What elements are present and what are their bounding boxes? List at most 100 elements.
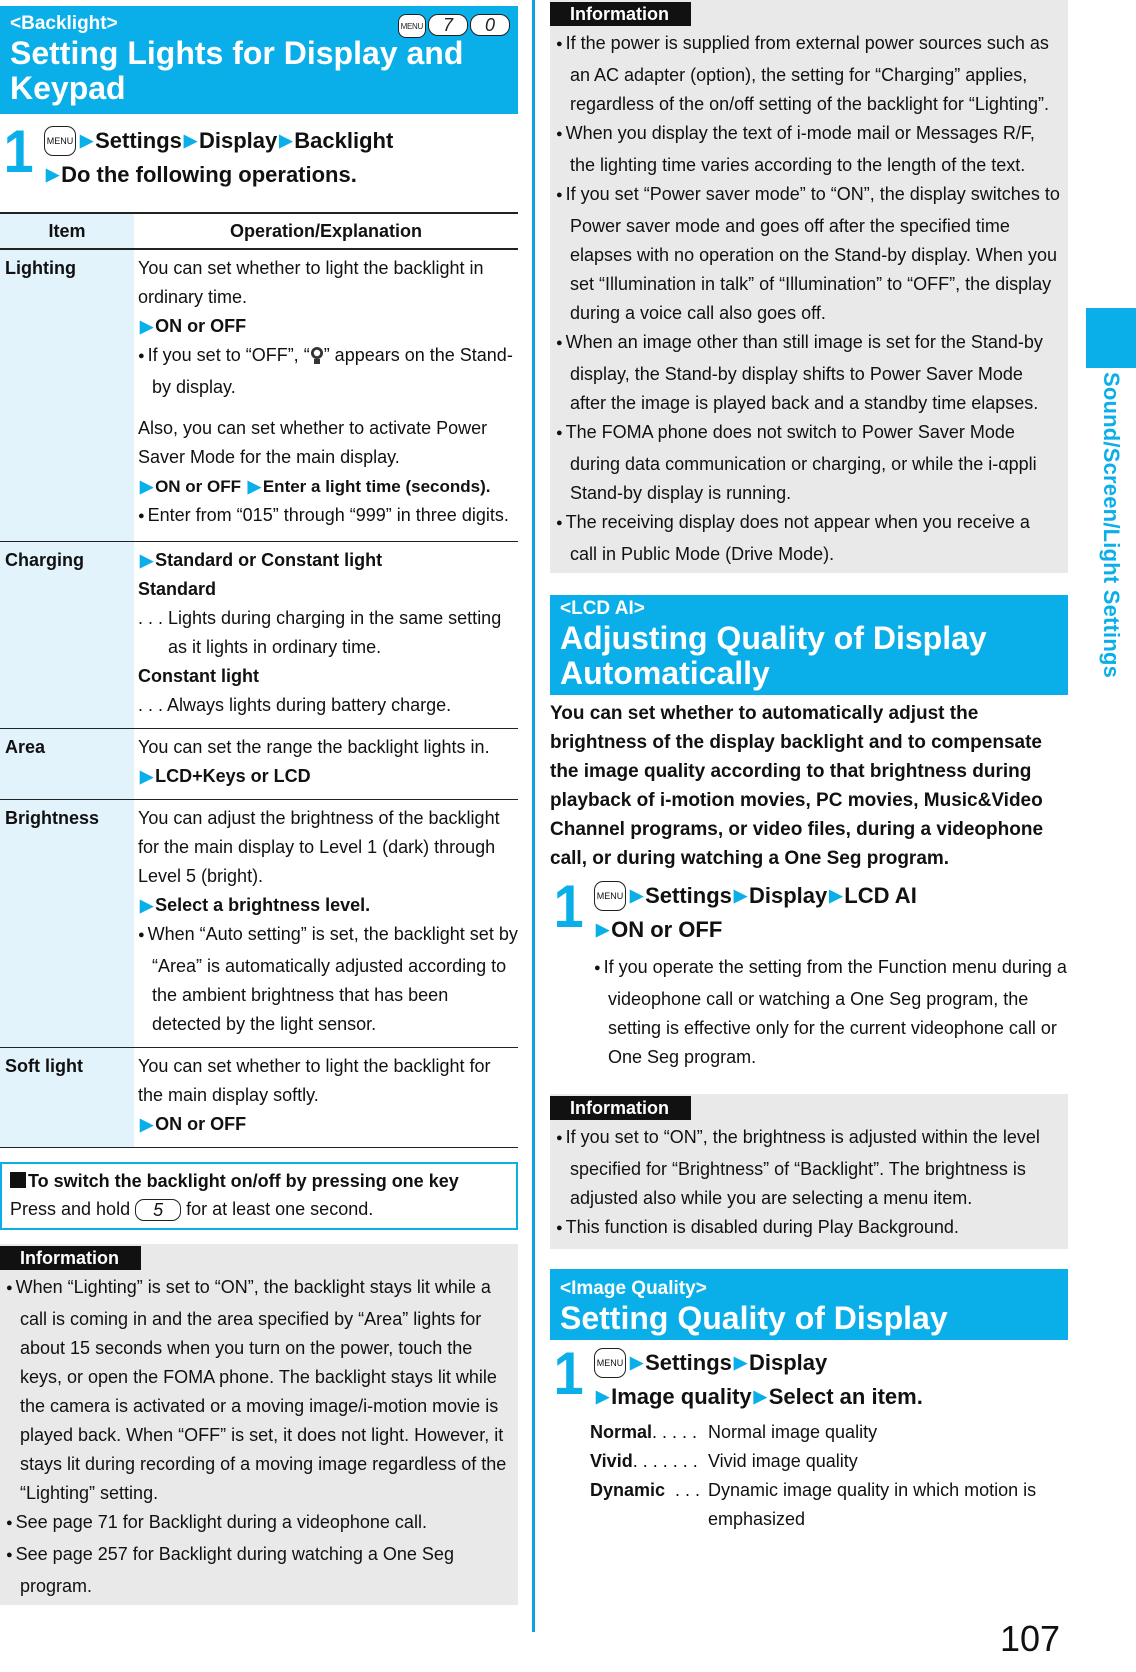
info-body: When “Lighting” is set to “ON”, the back… (4, 1273, 510, 1601)
item-label: Charging (0, 541, 134, 729)
info-bullet: When you display the text of i-mode mail… (556, 119, 1060, 180)
arrow-icon: ▶ (140, 477, 154, 496)
page-number: 107 (1000, 1618, 1061, 1659)
info-box-backlight-continued: Information If the power is supplied fro… (550, 0, 1068, 573)
arrow-icon: ▶ (247, 477, 261, 496)
option-desc: Normal image quality (708, 1422, 878, 1442)
option-desc: . . . Always lights during battery charg… (138, 695, 452, 715)
option-key: Dynamic . . . (590, 1476, 708, 1534)
lcd-ai-step: 1 MENU ▶ Settings ▶ Display ▶ LCD AI ▶ ON or… (550, 875, 1068, 947)
option-name: Dynamic (590, 1480, 666, 1500)
key-5-icon: 5 (135, 1199, 182, 1222)
note: When “Auto setting” is set, the backligh… (138, 920, 518, 1039)
column-divider (532, 0, 535, 1632)
desc: You can set whether to light the backlig… (138, 1056, 491, 1105)
left-column: <Backlight> Setting Lights for Display a… (0, 0, 518, 1605)
arrow-icon: ▶ (80, 131, 94, 150)
path-item: Display (748, 1350, 828, 1375)
op-text: Standard or Constant light (155, 550, 383, 570)
info-bullet: If you set to “ON”, the brightness is ad… (556, 1123, 1060, 1213)
arrow-icon: ▶ (46, 165, 60, 184)
action-text: Do the following operations. (61, 162, 357, 187)
table-row-soft-light: Soft light You can set whether to light … (0, 1047, 518, 1148)
action-text: Select an item. (768, 1384, 923, 1409)
leader-dots: . . . . . (652, 1422, 698, 1442)
info-bullet: The receiving display does not appear wh… (556, 508, 1060, 569)
info-bullet: When an image other than still image is … (556, 328, 1060, 418)
tip-body: Press and hold 5 for at least one second… (10, 1195, 508, 1223)
option-desc: Dynamic image quality in which motion is… (708, 1480, 1037, 1529)
step-path: MENU ▶ Settings ▶ Display (594, 1346, 1068, 1380)
option-dynamic: Dynamic . . . Dynamic image quality in w… (590, 1476, 1068, 1534)
path-item: Settings (645, 1350, 732, 1375)
info-bullet: The FOMA phone does not switch to Power … (556, 418, 1060, 508)
arrow-icon: ▶ (140, 1115, 154, 1134)
tip-heading: To switch the backlight on/off by pressi… (10, 1167, 508, 1195)
arrow-icon: ▶ (140, 896, 154, 915)
desc: You can set whether to light the backlig… (138, 258, 484, 307)
info-body: If the power is supplied from external p… (554, 29, 1060, 569)
operation: ▶ LCD+Keys or LCD (138, 762, 518, 791)
image-quality-step: 1 MENU ▶ Settings ▶ Display ▶ Image quality… (550, 1342, 1068, 1414)
note: If you set to “OFF”, “” appears on the S… (138, 341, 518, 402)
step-action: ▶ Image quality ▶ Select an item. (594, 1380, 1068, 1414)
banner-title: Setting Lights for Display and Keypad (10, 35, 464, 106)
chapter-tab (1086, 308, 1136, 368)
info-label: Information (550, 1096, 691, 1120)
item-label: Area (0, 728, 134, 800)
path-item: Display (748, 883, 828, 908)
note-text: If you set to “OFF”, “ (147, 345, 310, 365)
tip-text: Press and hold (10, 1199, 131, 1219)
backlight-step: 1 MENU ▶ Settings ▶ Display ▶ Backlight ▶ Do… (0, 120, 518, 192)
operation: ▶ ON or OFF (138, 312, 518, 341)
table-row-lighting: Lighting You can set whether to light th… (0, 249, 518, 542)
operation: ▶ ON or OFF (138, 1110, 518, 1139)
image-quality-options: Normal. . . . . Normal image quality Viv… (590, 1418, 1068, 1534)
info-box-lcd-ai: Information If you set to “ON”, the brig… (550, 1094, 1068, 1249)
desc: You can adjust the brightness of the bac… (138, 808, 500, 886)
arrow-icon: ▶ (596, 1387, 610, 1406)
arrow-icon: ▶ (630, 1353, 644, 1372)
info-bullet: When “Lighting” is set to “ON”, the back… (6, 1273, 510, 1508)
lcd-ai-intro: You can set whether to automatically adj… (550, 703, 1044, 869)
arrow-icon: ▶ (596, 920, 610, 939)
banner-title: Adjusting Quality of Display Automatical… (560, 620, 987, 691)
info-bullet: See page 257 for Backlight during watchi… (6, 1540, 510, 1601)
arrow-icon: ▶ (140, 317, 154, 336)
key-7-icon: 7 (428, 14, 468, 36)
operation: ▶ Select a brightness level. (138, 891, 518, 920)
option-normal: Normal. . . . . Normal image quality (590, 1418, 1068, 1447)
op-text: ON or OFF (155, 1114, 247, 1134)
square-bullet-icon (10, 1172, 26, 1188)
path-item: Backlight (294, 128, 394, 153)
step-number: 1 (553, 1340, 584, 1407)
step-number: 1 (3, 118, 34, 185)
arrow-icon: ▶ (733, 886, 747, 905)
header-item: Item (0, 212, 134, 250)
action-text: ON or OFF (611, 917, 723, 942)
arrow-icon: ▶ (140, 767, 154, 786)
bulb-off-icon (310, 347, 323, 365)
menu-key-icon: MENU (397, 14, 426, 38)
op-text: LCD+Keys or LCD (155, 766, 311, 786)
step-path: MENU ▶ Settings ▶ Display ▶ LCD AI (594, 879, 1068, 913)
leader-dots: . . . . . . . (632, 1451, 698, 1471)
menu-key-icon: MENU (44, 126, 76, 156)
option-name: Normal (590, 1422, 653, 1442)
key-0-icon: 0 (470, 14, 510, 36)
operation: ▶ ON or OFF ▶ Enter a light time (seconds)… (138, 472, 518, 501)
banner-tag: <LCD AI> (560, 598, 645, 619)
menu-key-icon: MENU (594, 881, 626, 911)
option-name: Vivid (590, 1451, 633, 1471)
path-item: LCD AI (844, 883, 917, 908)
path-item: Settings (95, 128, 182, 153)
shortcut-keys: MENU 7 0 (397, 14, 510, 38)
info-bullet: If the power is supplied from external p… (556, 29, 1060, 119)
option-name: Constant light (138, 666, 259, 686)
operations-table: Item Operation/Explanation Lighting You … (0, 212, 518, 1148)
item-label: Soft light (0, 1047, 134, 1148)
option-key: Normal. . . . . (590, 1418, 708, 1447)
table-header-row: Item Operation/Explanation (0, 212, 518, 250)
one-key-tip: To switch the backlight on/off by pressi… (0, 1162, 518, 1230)
lcd-ai-note: If you operate the setting from the Func… (594, 953, 1068, 1072)
